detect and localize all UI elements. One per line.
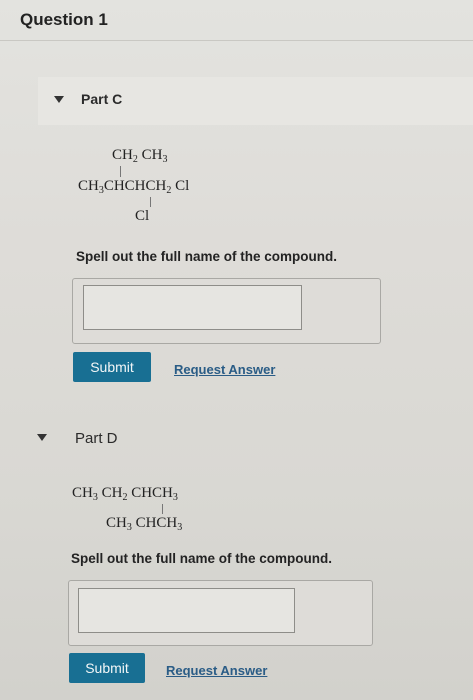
bond-line bbox=[162, 504, 163, 514]
part-c-answer-card bbox=[72, 278, 381, 344]
part-c-label: Part C bbox=[81, 91, 123, 107]
part-d-label: Part D bbox=[75, 430, 118, 447]
caret-down-icon[interactable] bbox=[37, 434, 47, 441]
part-c-header[interactable]: Part C bbox=[38, 77, 473, 125]
question-title: Question 1 bbox=[20, 10, 108, 29]
caret-down-icon[interactable] bbox=[54, 96, 64, 103]
bond-line bbox=[150, 197, 151, 207]
part-d-submit-button[interactable]: Submit bbox=[69, 653, 145, 683]
part-d-prompt: Spell out the full name of the compound. bbox=[71, 551, 332, 566]
part-d-formula-main: CH3 CH2 CHCH3 bbox=[72, 485, 178, 503]
part-c-answer-input[interactable] bbox=[83, 285, 302, 330]
part-c-request-answer-link[interactable]: Request Answer bbox=[174, 362, 275, 377]
part-c-formula-top: CH2 CH3 bbox=[112, 147, 168, 165]
part-d-header[interactable]: Part D bbox=[30, 415, 473, 463]
part-d-request-answer-link[interactable]: Request Answer bbox=[166, 663, 267, 678]
bond-line bbox=[120, 166, 121, 177]
part-c-formula-main: CH3CHCHCH2 Cl bbox=[78, 178, 190, 196]
part-d-answer-input[interactable] bbox=[78, 588, 295, 633]
part-c-formula-bottom: Cl bbox=[135, 208, 150, 224]
question-page: Question 1 Part C CH2 CH3 CH3CHCHCH2 Cl … bbox=[0, 0, 473, 700]
question-header: Question 1 bbox=[0, 0, 473, 41]
part-c-submit-button[interactable]: Submit bbox=[73, 352, 151, 382]
part-d-formula-bottom: CH3 CHCH3 bbox=[106, 515, 183, 533]
part-c-prompt: Spell out the full name of the compound. bbox=[76, 249, 337, 264]
part-d-answer-card bbox=[68, 580, 373, 646]
